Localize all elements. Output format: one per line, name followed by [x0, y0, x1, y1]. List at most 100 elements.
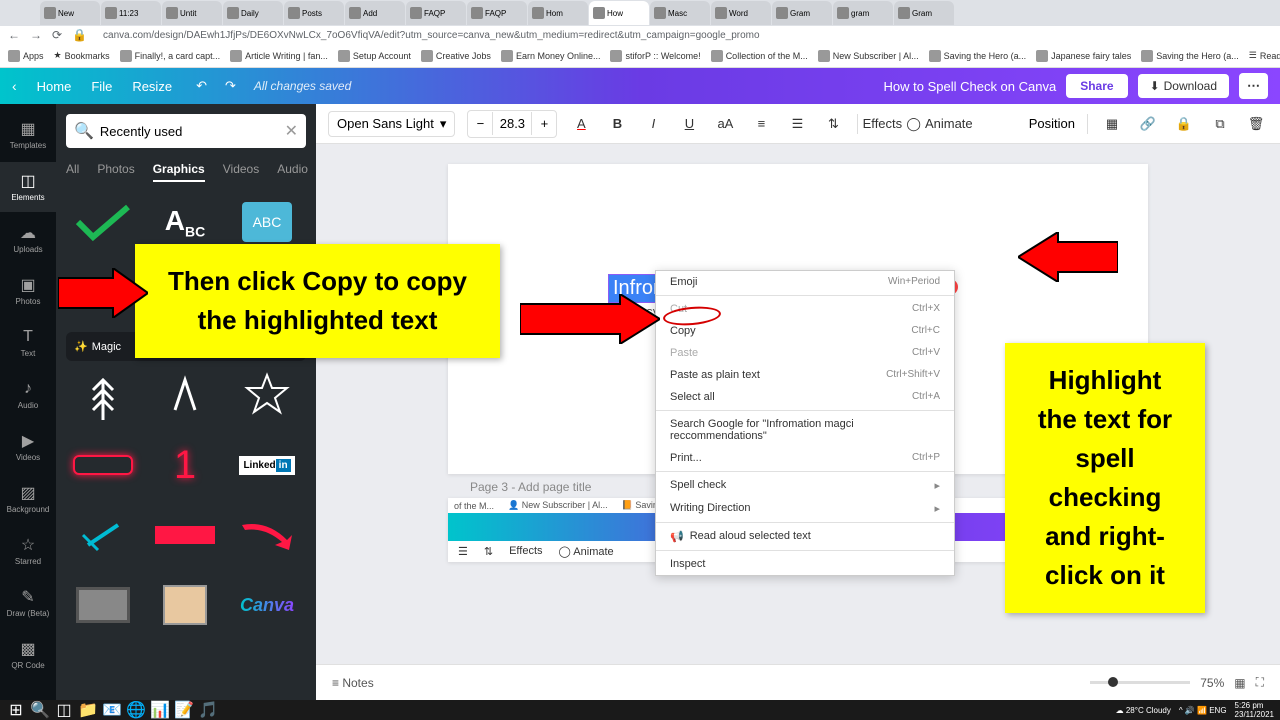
sidenav-elements[interactable]: ◫Elements [0, 162, 56, 212]
decrease-size[interactable]: − [468, 111, 492, 137]
reload-icon[interactable]: ⟳ [52, 28, 62, 42]
element-item[interactable] [66, 505, 140, 565]
browser-tab[interactable]: 11:23 [101, 1, 161, 25]
search-input[interactable] [100, 124, 279, 139]
zoom-slider[interactable] [1090, 681, 1190, 684]
browser-tab[interactable]: Hom [528, 1, 588, 25]
browser-tab[interactable]: FAQP [467, 1, 527, 25]
share-button[interactable]: Share [1066, 74, 1127, 98]
bookmark-item[interactable]: Japanese fairy tales [1036, 50, 1131, 62]
link-icon[interactable]: 🔗 [1136, 112, 1160, 136]
clock[interactable]: 5:26 pm23/11/2021 [1235, 701, 1274, 719]
taskbar-app[interactable]: 🌐 [126, 702, 146, 718]
element-item[interactable] [66, 365, 140, 425]
tab-all[interactable]: All [66, 162, 79, 182]
browser-tab[interactable]: Daily [223, 1, 283, 25]
start-button[interactable]: ⊞ [6, 702, 26, 718]
undo-icon[interactable]: ↶ [196, 78, 207, 94]
ctx-read[interactable]: 📢Read aloud selected text [656, 525, 954, 548]
bookmark-item[interactable]: Creative Jobs [421, 50, 491, 62]
home-button[interactable]: Home [37, 79, 72, 94]
tab-graphics[interactable]: Graphics [153, 162, 205, 182]
bookmark-item[interactable]: Finally!, a card capt... [120, 50, 221, 62]
increase-size[interactable]: + [532, 111, 556, 137]
spacing-icon[interactable]: ⇅ [821, 112, 845, 136]
element-item[interactable]: ABC [230, 192, 304, 252]
element-item[interactable] [148, 365, 222, 425]
element-item[interactable] [66, 192, 140, 252]
browser-tab[interactable]: Posts [284, 1, 344, 25]
element-item[interactable] [230, 365, 304, 425]
ctx-spellcheck[interactable]: Spell check [656, 474, 954, 497]
bookmark-item[interactable]: Setup Account [338, 50, 411, 62]
delete-icon[interactable]: 🗑 [1244, 112, 1268, 136]
element-item[interactable] [66, 435, 140, 495]
more-button[interactable]: ⋯ [1239, 73, 1268, 99]
fullscreen-icon[interactable]: ⛶ [1256, 675, 1264, 690]
browser-tab[interactable]: FAQP [406, 1, 466, 25]
element-item[interactable] [66, 575, 140, 635]
ctx-emoji[interactable]: EmojiWin+Period [656, 271, 954, 293]
search-icon[interactable]: 🔍 [30, 702, 50, 718]
bookmark-item[interactable]: Saving the Hero (a... [1141, 50, 1239, 62]
transparency-icon[interactable]: ▦ [1100, 112, 1124, 136]
browser-tab[interactable]: Masc [650, 1, 710, 25]
bookmark-item[interactable]: ★Bookmarks [54, 50, 110, 61]
sidenav-uploads[interactable]: ☁Uploads [0, 214, 56, 264]
align-icon[interactable]: ≡ [749, 112, 773, 136]
element-item[interactable]: Canva [230, 575, 304, 635]
clear-icon[interactable]: ✕ [285, 121, 298, 141]
sidenav-photos[interactable]: ▣Photos [0, 266, 56, 316]
duplicate-icon[interactable]: ⧉ [1208, 112, 1232, 136]
taskview-icon[interactable]: ◫ [54, 702, 74, 718]
element-item[interactable]: ABC [148, 192, 222, 252]
redo-icon[interactable]: ↷ [225, 78, 236, 94]
taskbar-app[interactable]: 📧 [102, 702, 122, 718]
forward-icon[interactable]: → [30, 28, 42, 42]
element-item[interactable]: 1 [148, 435, 222, 495]
ctx-direction[interactable]: Writing Direction [656, 497, 954, 520]
sidenav-audio[interactable]: ♪Audio [0, 370, 56, 420]
ctx-paste-plain[interactable]: Paste as plain textCtrl+Shift+V [656, 364, 954, 386]
bookmark-item[interactable]: Collection of the M... [711, 50, 808, 62]
bold-icon[interactable]: B [605, 112, 629, 136]
document-title[interactable]: How to Spell Check on Canva [884, 79, 1057, 94]
element-item[interactable] [148, 505, 222, 565]
font-selector[interactable]: Open Sans Light▾ [328, 111, 455, 137]
case-icon[interactable]: aA [713, 112, 737, 136]
lock-icon[interactable]: 🔒 [1172, 112, 1196, 136]
element-item[interactable] [148, 575, 222, 635]
file-menu[interactable]: File [91, 79, 112, 94]
position-button[interactable]: Position [1029, 116, 1075, 131]
effects-button[interactable]: Effects [870, 112, 894, 136]
taskbar-app[interactable]: 📊 [150, 702, 170, 718]
tab-audio[interactable]: Audio [277, 162, 308, 182]
resize-menu[interactable]: Resize [132, 79, 172, 94]
download-button[interactable]: ⬇Download [1138, 74, 1229, 98]
ctx-inspect[interactable]: Inspect [656, 553, 954, 575]
sidenav-text[interactable]: TText [0, 318, 56, 368]
browser-tab[interactable]: Gram [894, 1, 954, 25]
browser-tab[interactable]: Gram [772, 1, 832, 25]
text-color-icon[interactable]: A [569, 112, 593, 136]
element-item[interactable] [230, 505, 304, 565]
browser-tab[interactable]: New [40, 1, 100, 25]
browser-tab[interactable]: gram [833, 1, 893, 25]
ctx-print[interactable]: Print...Ctrl+P [656, 447, 954, 469]
underline-icon[interactable]: U [677, 112, 701, 136]
weather-widget[interactable]: ☁ 28°C Cloudy [1116, 706, 1171, 715]
bookmark-item[interactable]: New Subscriber | Al... [818, 50, 919, 62]
bookmark-item[interactable]: Article Writing | fan... [230, 50, 328, 62]
bookmark-item[interactable]: Apps [8, 50, 44, 62]
italic-icon[interactable]: I [641, 112, 665, 136]
notes-button[interactable]: ≡ Notes [332, 676, 374, 690]
sidenav-videos[interactable]: ▶Videos [0, 422, 56, 472]
taskbar-app[interactable]: 📝 [174, 702, 194, 718]
bookmark-item[interactable]: Saving the Hero (a... [929, 50, 1027, 62]
sidenav-background[interactable]: ▨Background [0, 474, 56, 524]
bookmark-item[interactable]: Earn Money Online... [501, 50, 601, 62]
list-icon[interactable]: ☰ [785, 112, 809, 136]
tab-photos[interactable]: Photos [97, 162, 134, 182]
bookmark-item[interactable]: stiforP :: Welcome! [610, 50, 700, 62]
sidenav-templates[interactable]: ▦Templates [0, 110, 56, 160]
